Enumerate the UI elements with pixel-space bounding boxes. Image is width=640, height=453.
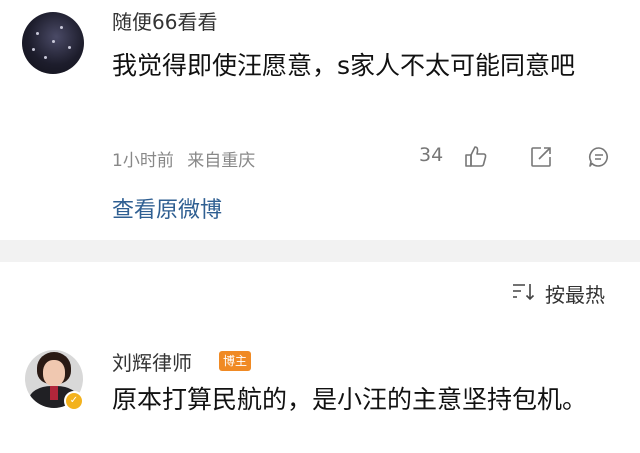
sort-icon[interactable] [511,282,537,302]
avatar[interactable] [22,12,84,74]
comment-location: 来自重庆 [187,151,256,171]
verified-badge-icon: ✓ [64,391,84,411]
avatar-star [52,40,55,43]
avatar-face [43,360,65,386]
share-icon[interactable] [529,145,553,169]
comment-text: 我觉得即使汪愿意，s家人不太可能同意吧 [112,51,576,80]
avatar-star [44,56,47,59]
weibo-comments-page: 随便66看看 我觉得即使汪愿意，s家人不太可能同意吧 1小时前 来自重庆 34 … [0,0,640,453]
avatar-star [32,48,35,51]
comment-icon[interactable] [587,145,611,169]
avatar-star [60,26,63,29]
view-original-weibo-link[interactable]: 查看原微博 [112,192,222,224]
comment-text: 原本打算民航的，是小汪的主意坚持包机。 [112,385,588,414]
comment-username[interactable]: 随便66看看 [112,6,217,35]
thumbs-up-icon[interactable] [463,144,489,170]
comment-time: 1小时前 [112,151,174,171]
sort-by-hot-button[interactable]: 按最热 [545,279,605,308]
comment-card-top: 随便66看看 我觉得即使汪愿意，s家人不太可能同意吧 1小时前 来自重庆 34 … [0,0,640,240]
comment-username[interactable]: 刘辉律师 [112,347,192,376]
author-tag: 博主 [219,351,252,371]
avatar-collar [50,386,58,400]
avatar-star [68,46,71,49]
avatar-star [36,32,39,35]
comment-meta: 1小时前 来自重庆 [112,146,263,171]
sort-bar [0,262,640,318]
section-divider [0,240,640,262]
like-count: 34 [419,144,444,166]
